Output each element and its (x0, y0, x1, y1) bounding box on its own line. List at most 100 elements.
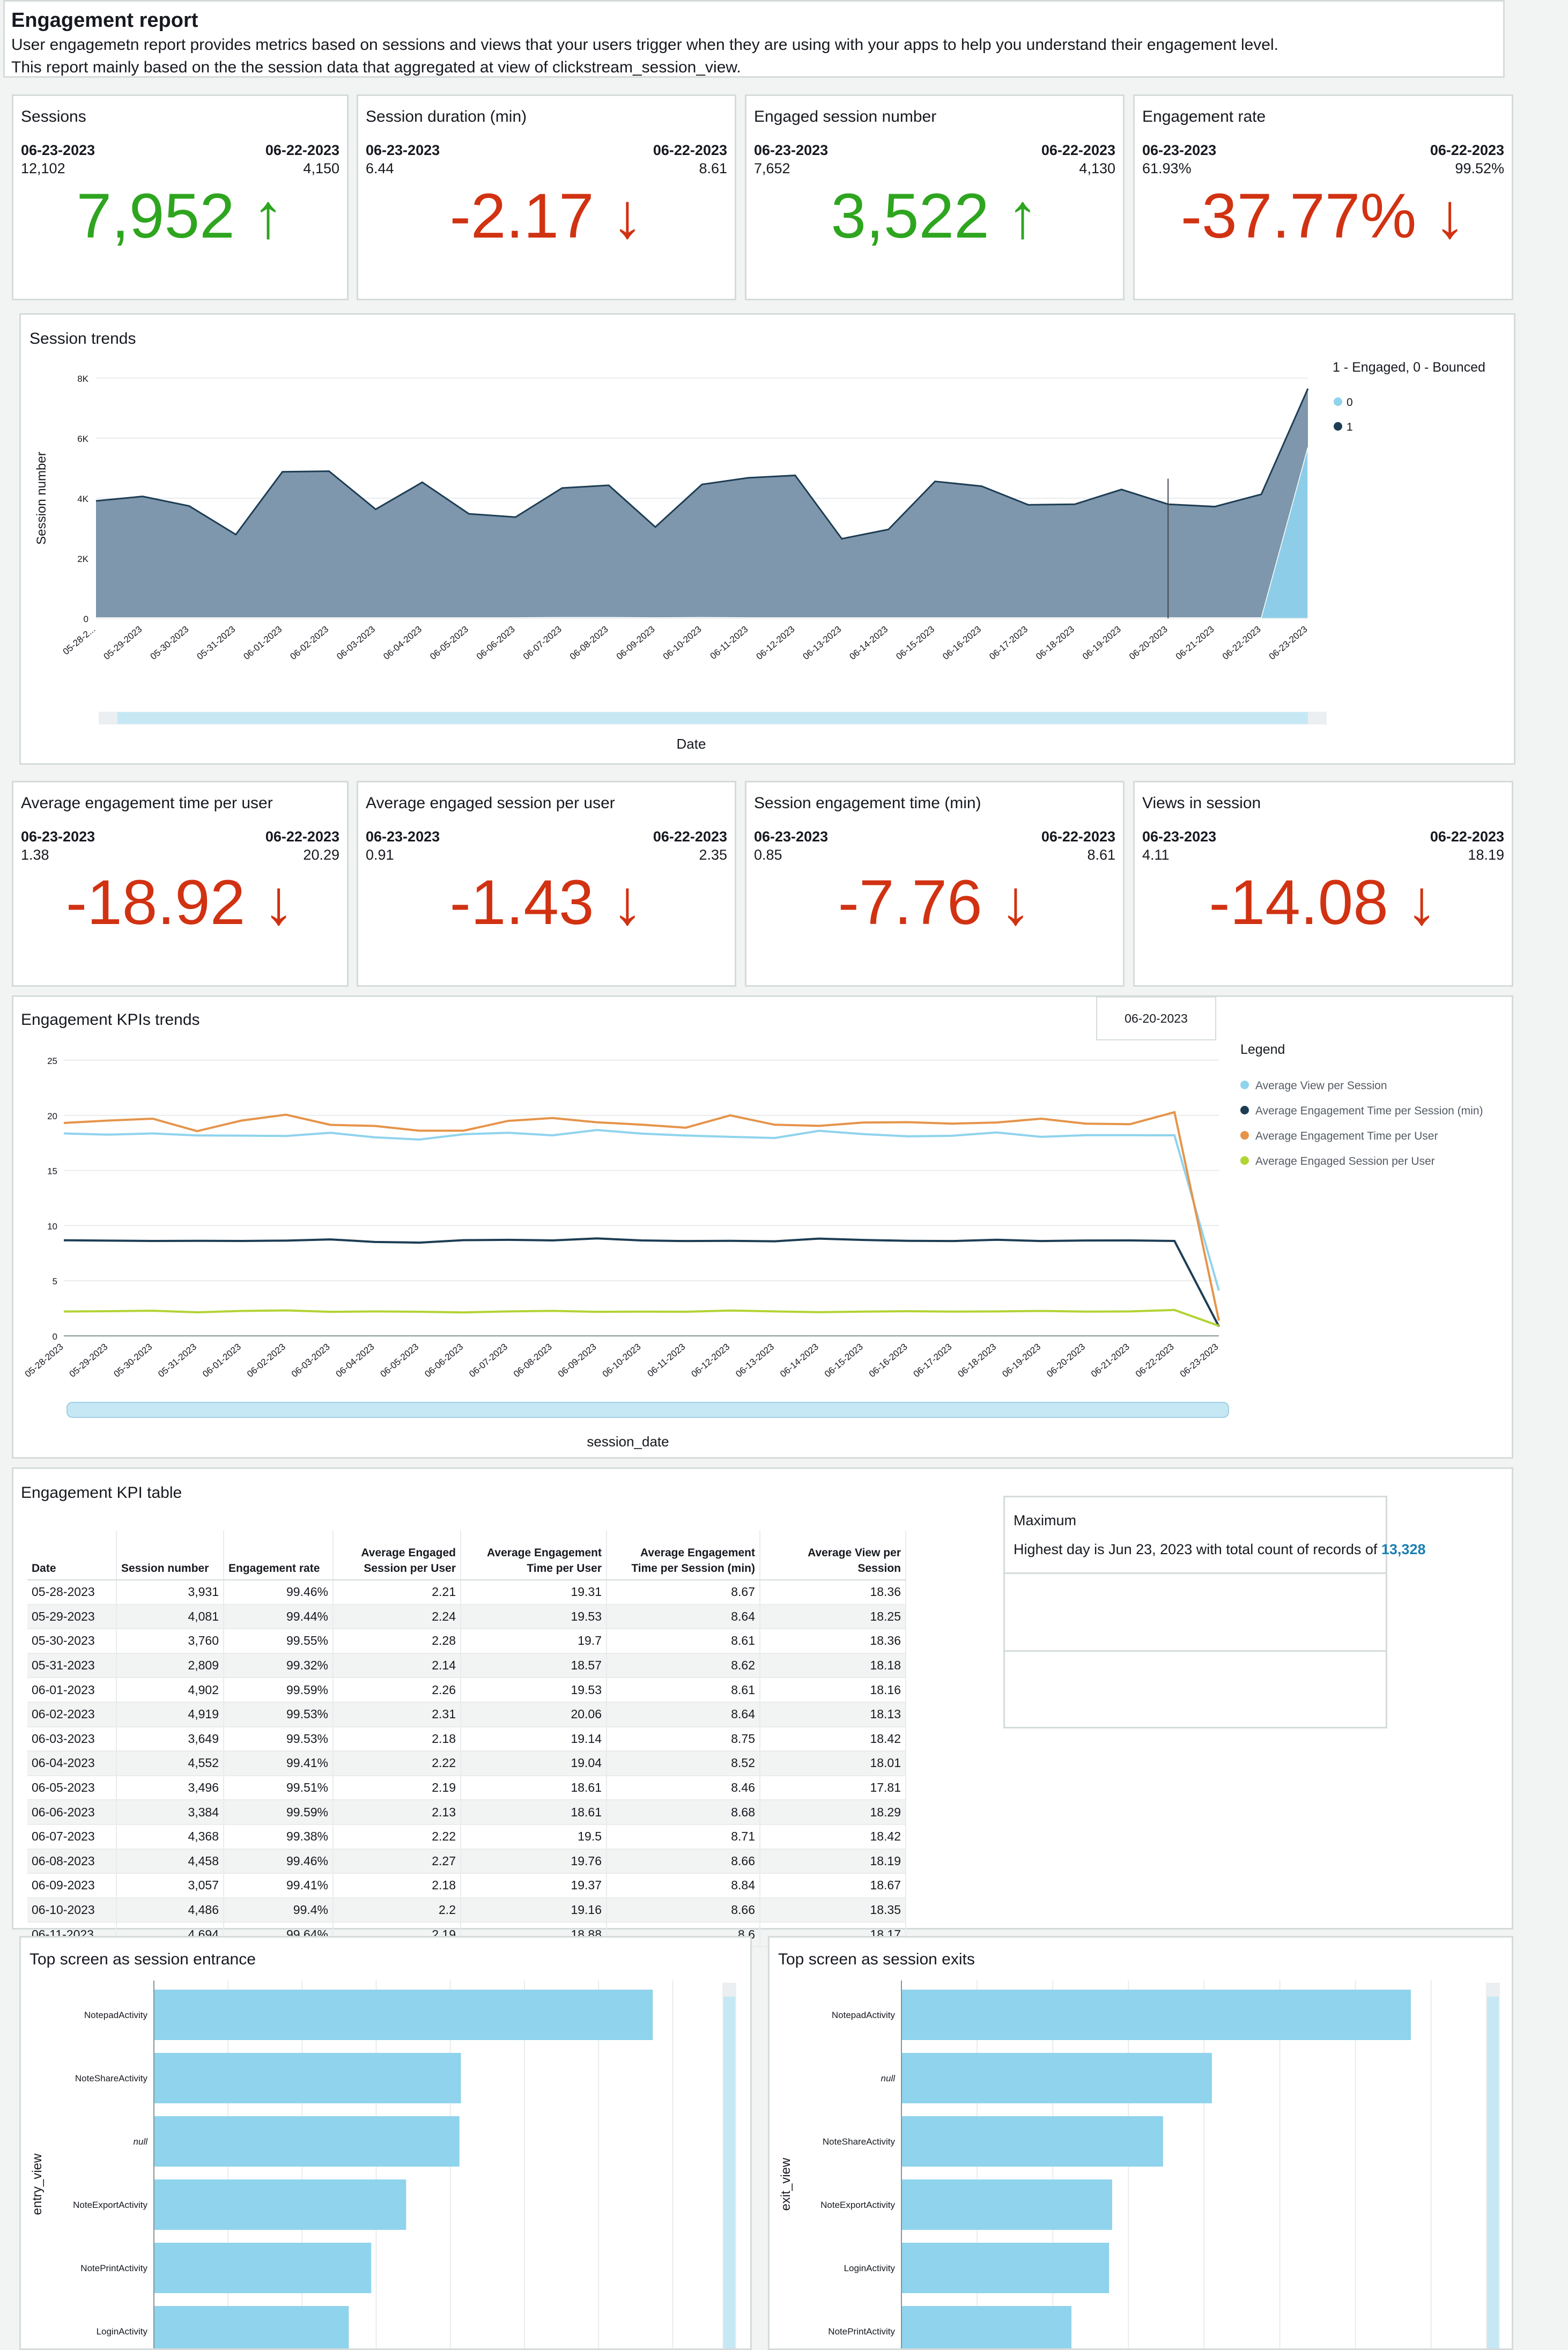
table-cell: 99.59% (224, 1677, 334, 1703)
table-row[interactable]: 06-09-2023 3,057 99.41% 2.18 19.37 8.84 18.67 (27, 1873, 906, 1898)
kpi-card-views-in-session[interactable]: Views in session 06-23-2023 06-22-2023 4… (1133, 781, 1513, 987)
x-tick-label: 06-07-2023 (467, 1342, 509, 1379)
x-tick-label: 06-08-2023 (512, 1342, 554, 1379)
table-cell: 18.42 (760, 1824, 906, 1850)
legend-label-engaged: 1 (1347, 421, 1353, 433)
table-cell: 8.61 (607, 1629, 760, 1654)
kpi-title: Session engagement time (min) (754, 794, 981, 812)
x-tick-label: 06-19-2023 (1081, 624, 1123, 662)
tooltip-label: 06-20-2023 (1125, 1011, 1188, 1025)
table-cell: 06-04-2023 (27, 1751, 117, 1776)
top-exits-panel[interactable]: Top screen as session exits NotepadActiv… (768, 1936, 1513, 2350)
x-tick-label: 06-22-2023 (1221, 624, 1263, 662)
table-row[interactable]: 05-28-2023 3,931 99.46% 2.21 19.31 8.67 18.36 (27, 1580, 906, 1605)
column-header-avg-engagement-time-per-user[interactable]: Average Engagement Time per User (461, 1531, 607, 1580)
category-label: NoteShareActivity (75, 2073, 148, 2083)
table-row[interactable]: 06-02-2023 4,919 99.53% 2.31 20.06 8.64 18.13 (27, 1702, 906, 1727)
x-tick-label: 06-16-2023 (941, 624, 983, 662)
engagement-kpis-trends-chart[interactable]: 0 5 10 15 20 25 05-28-2023 05-29-2023 05-30-2023… (13, 997, 1512, 1457)
table-cell: 8.84 (607, 1873, 760, 1898)
table-row[interactable]: 06-07-2023 4,368 99.38% 2.22 19.5 8.71 18.42 (27, 1824, 906, 1850)
table-cell: 19.53 (461, 1604, 607, 1630)
table-row[interactable]: 06-08-2023 4,458 99.46% 2.27 19.76 8.66 18.19 (27, 1849, 906, 1874)
kpi-card-engagement-rate[interactable]: Engagement rate 06-23-2023 06-22-2023 61… (1133, 94, 1513, 300)
table-cell: 18.19 (760, 1849, 906, 1874)
table-cell: 8.68 (607, 1800, 760, 1825)
kpi-card-engaged-session-number[interactable]: Engaged session number 06-23-2023 06-22-… (745, 94, 1125, 300)
kpi-delta: -7.76 ↓ (838, 867, 1032, 938)
table-row[interactable]: 06-05-2023 3,496 99.51% 2.19 18.61 8.46 17.81 (27, 1775, 906, 1801)
table-cell: 3,760 (116, 1629, 224, 1654)
session-trends-panel[interactable]: Session trends 0 2K 4K 6K 8K 05-28-2... 05-29-… (19, 313, 1515, 765)
kpi-date-current: 06-23-2023 (1142, 142, 1217, 158)
top-exits-chart[interactable]: NotepadActivity null NoteShareActivity Note… (770, 1938, 1512, 2350)
kpi-title: Engagement rate (1142, 108, 1266, 125)
table-cell: 19.53 (461, 1677, 607, 1703)
x-tick-label: 06-04-2023 (381, 624, 424, 662)
kpi-table[interactable]: Date Session number Engagement rate Aver… (27, 1531, 906, 1947)
kpi-date-previous: 06-22-2023 (1041, 829, 1115, 845)
insight-value: 13,328 (1381, 1541, 1426, 1557)
report-header: Engagement report User engagemetn report… (3, 0, 1505, 78)
kpi-delta: -18.92 ↓ (65, 867, 295, 938)
table-row[interactable]: 06-10-2023 4,486 99.4% 2.2 19.16 8.66 18.35 (27, 1897, 906, 1923)
legend-label-bounced: 0 (1347, 396, 1353, 409)
kpi-card-avg-engagement-time-per-user[interactable]: Average engagement time per user 06-23-2… (12, 781, 349, 987)
column-header-avg-engagement-time-per-session[interactable]: Average Engagement Time per Session (min… (607, 1531, 760, 1580)
column-header-session-number[interactable]: Session number (116, 1531, 224, 1580)
table-cell: 06-10-2023 (27, 1897, 117, 1923)
table-cell: 19.76 (461, 1849, 607, 1874)
table-cell: 99.53% (224, 1702, 334, 1727)
x-tick-label: 06-17-2023 (912, 1342, 954, 1379)
table-cell: 8.64 (607, 1604, 760, 1630)
table-cell: 3,649 (116, 1726, 224, 1752)
table-cell: 18.57 (461, 1653, 607, 1679)
table-row[interactable]: 06-01-2023 4,902 99.59% 2.26 19.53 8.61 18.16 (27, 1677, 906, 1703)
table-row[interactable]: 05-30-2023 3,760 99.55% 2.28 19.7 8.61 18.36 (27, 1629, 906, 1654)
bar (902, 2179, 1112, 2230)
kpi-date-current: 06-23-2023 (21, 142, 95, 158)
engagement-kpis-trends-panel[interactable]: Engagement KPIs trends 0 5 10 15 20 25 05-28-2… (12, 995, 1513, 1459)
top-entrance-panel[interactable]: Top screen as session entrance NotepadAc… (19, 1936, 752, 2350)
table-cell: 18.25 (760, 1604, 906, 1630)
table-cell: 19.7 (461, 1629, 607, 1654)
bar (154, 2306, 349, 2348)
session-trends-chart[interactable]: 02K4K6K8K05-28-2... 05-29-2023 05-30-2023 0… (21, 315, 1514, 763)
category-label: NotepadActivity (832, 2010, 896, 2020)
table-row[interactable]: 06-06-2023 3,384 99.59% 2.13 18.61 8.68 18.29 (27, 1800, 906, 1825)
x-tick-label: 06-09-2023 (615, 624, 657, 662)
table-cell: 19.5 (461, 1824, 607, 1850)
column-header-engagement-rate[interactable]: Engagement rate (224, 1531, 334, 1580)
table-cell: 19.16 (461, 1897, 607, 1923)
table-cell: 8.64 (607, 1702, 760, 1727)
category-label: NotePrintActivity (80, 2263, 147, 2273)
kpi-value-current: 61.93% (1142, 160, 1192, 176)
table-cell: 06-09-2023 (27, 1873, 117, 1898)
legend-label: Average Engaged Session per User (1255, 1155, 1435, 1167)
column-header-date[interactable]: Date (27, 1531, 117, 1580)
x-tick-label: 05-31-2023 (195, 624, 238, 662)
kpi-card-sessions[interactable]: Sessions 06-23-2023 06-22-2023 12,102 4,… (12, 94, 349, 300)
top-entrance-chart[interactable]: NotepadActivity NoteShareActivity null Note… (21, 1938, 750, 2350)
maximum-insight-card: Maximum Highest day is Jun 23, 2023 with… (1003, 1496, 1425, 1574)
kpi-date-previous: 06-22-2023 (265, 142, 339, 158)
kpi-card-session-duration[interactable]: Session duration (min) 06-23-2023 06-22-… (357, 94, 736, 300)
table-row[interactable]: 05-29-2023 4,081 99.44% 2.24 19.53 8.64 18.25 (27, 1604, 906, 1630)
column-header-avg-view-per-session[interactable]: Average View per Session (760, 1531, 906, 1580)
legend-title: Legend (1240, 1042, 1285, 1057)
table-cell: 19.31 (461, 1580, 607, 1605)
table-row[interactable]: 05-31-2023 2,809 99.32% 2.14 18.57 8.62 18.18 (27, 1653, 906, 1679)
y-tick-label: 25 (47, 1056, 57, 1066)
kpi-title: Sessions (21, 108, 86, 125)
y-axis-label: exit_view (779, 2157, 793, 2211)
kpi-card-session-engagement-time[interactable]: Session engagement time (min) 06-23-2023… (745, 781, 1125, 987)
table-cell: 2,809 (116, 1653, 224, 1679)
table-row[interactable]: 06-04-2023 4,552 99.41% 2.22 19.04 8.52 18.01 (27, 1751, 906, 1776)
x-tick-label: 05-28-2... (61, 624, 98, 657)
category-label: NoteExportActivity (73, 2200, 147, 2210)
kpi-card-avg-engaged-session-per-user[interactable]: Average engaged session per user 06-23-2… (357, 781, 736, 987)
column-header-avg-engaged-session-per-user[interactable]: Average Engaged Session per User (333, 1531, 461, 1580)
x-tick-label: 06-03-2023 (290, 1342, 332, 1379)
y-tick-label: 0 (53, 1332, 57, 1342)
table-row[interactable]: 06-03-2023 3,649 99.53% 2.18 19.14 8.75 18.42 (27, 1726, 906, 1752)
